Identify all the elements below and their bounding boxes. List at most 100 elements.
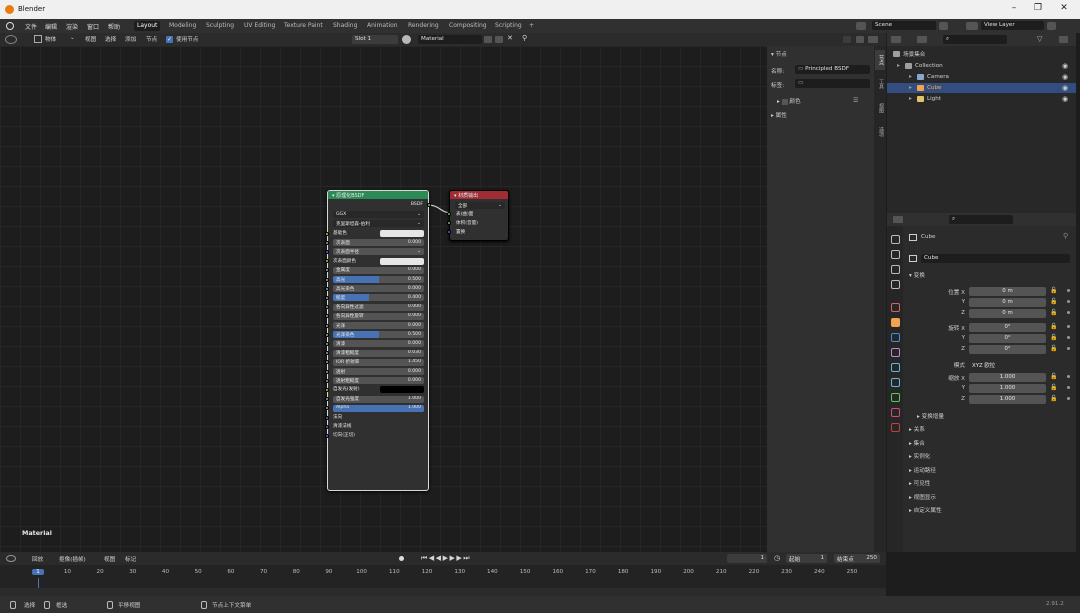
input-socket[interactable] — [325, 277, 329, 282]
properties-section[interactable]: ▸ 属性 — [771, 111, 787, 119]
list-icon[interactable]: ☰ — [853, 97, 858, 104]
displacement-input-socket[interactable] — [447, 230, 451, 234]
input-socket[interactable] — [325, 259, 329, 264]
output-tab-icon[interactable] — [891, 265, 900, 274]
pin-icon[interactable]: ⚲ — [1063, 232, 1068, 240]
keyframe-dot-icon[interactable] — [1067, 300, 1070, 303]
input-slider[interactable]: 糙度 0.400 — [333, 294, 424, 302]
input-slider[interactable]: 清漆 0.000 — [333, 340, 424, 348]
lock-icon[interactable]: 🔓 — [1050, 287, 1057, 294]
view-layer-field[interactable]: View Layer — [981, 21, 1044, 30]
menu-view[interactable]: 视图 — [85, 35, 96, 43]
overlay-icon[interactable] — [856, 36, 864, 43]
lock-icon[interactable]: 🔓 — [1050, 334, 1057, 341]
record-icon[interactable] — [399, 556, 404, 561]
use-nodes-checkbox[interactable]: ✓ — [166, 36, 173, 43]
menu-add[interactable]: 添加 — [125, 35, 136, 43]
view-layer-tab-icon[interactable] — [891, 280, 900, 289]
outliner-editor-icon[interactable] — [891, 36, 901, 43]
material-output-node[interactable]: ▾ 材质输出 全部 ⌄ 表(曲)面 体积(音量) 置换 — [447, 190, 509, 241]
keying-menu[interactable]: 抠像(插帧) — [59, 555, 86, 563]
expand-arrow-icon[interactable]: ▸ — [897, 62, 900, 69]
tab-layout[interactable]: Layout — [134, 21, 161, 31]
subsurface-method-dropdown[interactable]: 克里斯坦森-伯利 ⌄ — [333, 220, 424, 227]
tab-rendering[interactable]: Rendering — [405, 21, 442, 31]
visibility-eye-icon[interactable]: ◉ — [1062, 95, 1068, 103]
visibility-eye-icon[interactable]: ◉ — [1062, 73, 1068, 81]
volume-input-socket[interactable] — [447, 221, 451, 225]
tab-uv-editing[interactable]: UV Editing — [241, 21, 278, 31]
scale-y-field[interactable]: 1.000 — [969, 384, 1046, 393]
material-name-field[interactable]: Material — [418, 35, 482, 44]
view-menu[interactable]: 视图 — [104, 555, 115, 563]
object-tab-icon[interactable] — [891, 333, 900, 342]
location-x-field[interactable]: 0 m — [969, 287, 1046, 296]
display-mode-icon[interactable] — [917, 36, 927, 43]
tab-node[interactable]: 节点 — [875, 50, 885, 70]
properties-section[interactable]: ▸ 实例化 — [909, 452, 930, 460]
filter-icon[interactable]: ▽ — [1037, 35, 1042, 43]
new-view-layer-icon[interactable] — [1047, 22, 1056, 30]
scene-collection-label[interactable]: 场景集合 — [903, 50, 925, 58]
principled-bsdf-node[interactable]: ▾ 原理化BSDF BSDF GGX ⌄ 克里斯坦森-伯利 ⌄ 基础色 次表面 0.00… — [325, 190, 431, 491]
input-socket[interactable] — [325, 424, 329, 429]
properties-section[interactable]: ▸ 视图显示 — [909, 493, 936, 501]
node-label-field[interactable]: ▭ — [795, 79, 870, 88]
input-socket[interactable] — [325, 360, 329, 365]
input-slider[interactable]: 高光 0.500 — [333, 276, 424, 283]
menu-window[interactable]: 窗口 — [87, 22, 99, 31]
rotation-x-field[interactable]: 0° — [969, 323, 1046, 332]
surface-input-socket[interactable] — [447, 212, 451, 216]
scene-tab-icon[interactable] — [891, 303, 900, 312]
end-frame-field[interactable]: 结束点 250 — [834, 554, 880, 563]
lock-icon[interactable]: 🔓 — [1050, 309, 1057, 316]
input-socket[interactable] — [325, 323, 329, 328]
scene-icon[interactable] — [856, 22, 866, 30]
close-button[interactable]: ✕ — [1057, 3, 1071, 15]
visibility-eye-icon[interactable]: ◉ — [1062, 84, 1068, 92]
input-slider[interactable]: 各向异性过滤 0.000 — [333, 303, 424, 311]
input-socket[interactable] — [325, 295, 329, 300]
input-socket[interactable] — [325, 369, 329, 374]
playback-controls[interactable]: ⏮◀◀▶▶▶⏭ — [421, 554, 471, 563]
scale-z-field[interactable]: 1.000 — [969, 395, 1046, 404]
tab-animation[interactable]: Animation — [364, 21, 401, 31]
world-tab-icon[interactable] — [891, 318, 900, 327]
input-socket[interactable] — [325, 415, 329, 420]
scale-x-field[interactable]: 1.000 — [969, 373, 1046, 382]
keyframe-dot-icon[interactable] — [1067, 336, 1070, 339]
input-socket[interactable] — [325, 387, 329, 392]
blender-menu-icon[interactable] — [6, 22, 14, 30]
input-socket[interactable] — [325, 332, 329, 337]
input-socket[interactable] — [325, 406, 329, 411]
input-socket[interactable] — [325, 341, 329, 346]
color-section[interactable]: ▸ 颜色 — [777, 97, 801, 105]
input-slider[interactable]: 次表面 0.000 — [333, 239, 424, 247]
input-socket[interactable] — [325, 268, 329, 273]
properties-search-input[interactable]: ⌕ — [949, 215, 1013, 224]
lock-icon[interactable]: 🔓 — [1050, 345, 1057, 352]
material-tab-icon[interactable] — [891, 423, 900, 432]
output-node-header[interactable]: ▾ 材质输出 — [450, 191, 508, 199]
outliner-row[interactable]: ▸ Camera ◉ — [887, 72, 1076, 82]
color-swatch[interactable] — [380, 386, 424, 394]
keyframe-dot-icon[interactable] — [1067, 289, 1070, 292]
modifier-tab-icon[interactable] — [891, 348, 900, 357]
input-socket[interactable] — [325, 240, 329, 245]
input-slider[interactable]: 高光染色 0.000 — [333, 285, 424, 293]
menu-help[interactable]: 帮助 — [108, 22, 120, 31]
tab-shading[interactable]: Shading — [330, 21, 360, 31]
backdrop-icon[interactable] — [843, 36, 851, 43]
lock-icon[interactable]: 🔓 — [1050, 298, 1057, 305]
lock-icon[interactable]: 🔓 — [1050, 323, 1057, 330]
lock-icon[interactable]: 🔓 — [1050, 384, 1057, 391]
add-workspace-button[interactable]: + — [526, 21, 537, 31]
bsdf-output-socket[interactable] — [427, 203, 431, 207]
node-section-header[interactable]: ▾ 节点 — [771, 50, 787, 58]
input-socket[interactable] — [325, 286, 329, 291]
outliner-row[interactable]: ▸ Cube ◉ — [887, 83, 1076, 93]
tab-sculpting[interactable]: Sculpting — [203, 21, 237, 31]
object-mode-dropdown[interactable]: 物体 — [45, 35, 56, 43]
input-socket[interactable] — [325, 305, 329, 310]
keyframe-dot-icon[interactable] — [1067, 397, 1070, 400]
